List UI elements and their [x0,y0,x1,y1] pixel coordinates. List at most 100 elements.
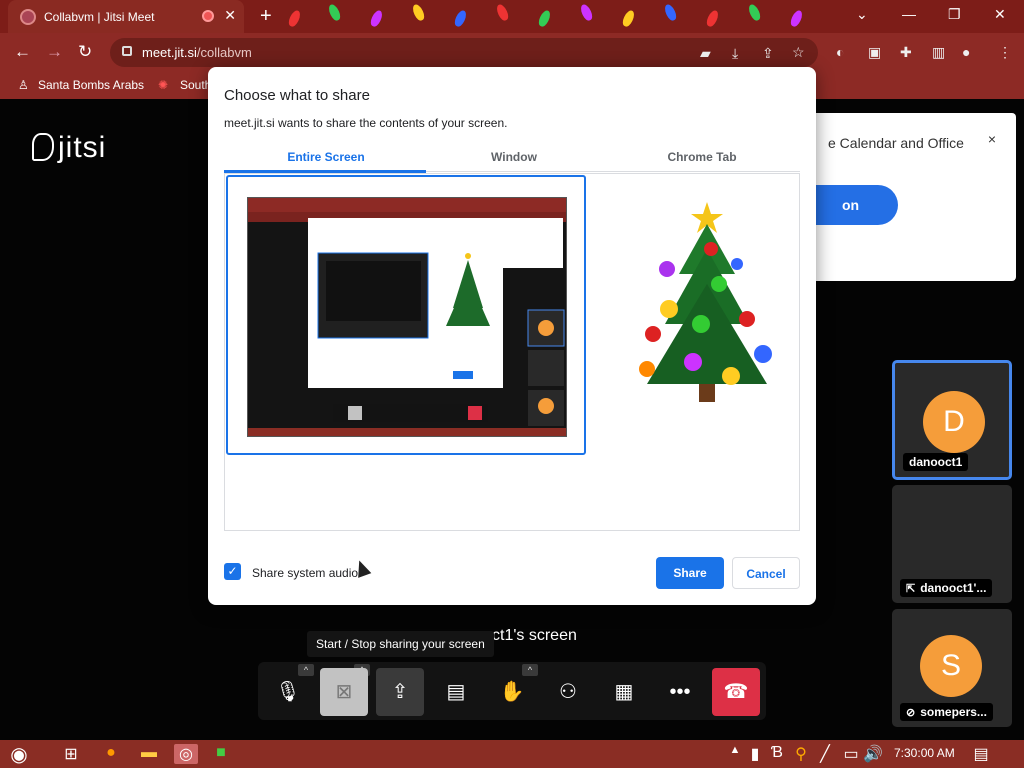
tab-window[interactable]: Window [418,150,610,164]
microphone-icon[interactable]: 🎙 [264,668,312,716]
tab-search-button[interactable]: ⌄ [856,6,868,23]
notifications-icon[interactable]: ▤ [970,744,992,764]
jitsi-logo-icon [32,133,54,161]
source-list [224,173,800,531]
url-host: meet.jit.si [142,45,197,60]
participant-name: somepers... [920,705,987,719]
extension-s-icon[interactable]: ▣ [868,44,881,61]
bookmark-santa-bombs-arabs[interactable]: Santa Bombs Arabs [38,78,144,92]
tab-close-button[interactable]: ✕ [224,7,236,24]
tray-app-icon[interactable]: Ɓ [766,744,788,764]
participant-name-box: ⊘ somepers... [900,703,993,721]
notification-close-button[interactable]: × [988,131,996,147]
network-icon[interactable]: ▭ [840,744,862,764]
screenshare-icon: ⇱ [906,583,916,595]
cancel-button[interactable]: Cancel [732,557,800,589]
recording-indicator-icon [202,10,214,22]
tray-expand-icon[interactable]: ▲ [724,744,746,764]
dialog-title: Choose what to share [224,87,370,104]
screenshare-icon[interactable]: ⇪ [376,668,424,716]
screen: Collabvm | Jitsi Meet ✕ + ⌄ — ❐ ✕ ← → ↻ … [0,0,1024,768]
avatar: S [920,635,982,697]
tray-search-icon[interactable]: ⚲ [790,744,812,764]
holiday-light [704,8,721,29]
screen-share-label: ct1's screen [492,627,577,644]
participant-tile[interactable]: S ⊘ somepers... [892,609,1012,727]
avatar: D [923,391,985,453]
close-window-button[interactable]: ✕ [994,6,1006,23]
screenshare-tooltip: Start / Stop sharing your screen [307,631,494,657]
chrome-menu-icon[interactable]: ⋮ [998,44,1012,61]
windows-taskbar: ◉ ⊞ ● ▬ ◎ ■ ▲ ▮ Ɓ ⚲ ╱ ▭ 🔊 7:30:00 AM ▤ [0,740,1024,768]
tray-mic-icon[interactable]: ▮ [744,744,766,764]
bookmark-icon: ✺ [158,78,169,92]
screen-source-option[interactable] [226,175,586,455]
tab-title: Collabvm | Jitsi Meet [44,9,155,24]
holiday-light [286,8,303,29]
profile-avatar-icon[interactable]: ● [962,44,970,60]
camera-off-icon[interactable]: ⊠ [320,668,368,716]
back-icon[interactable]: ← [14,42,31,62]
notification-text: e Calendar and Office [828,135,964,151]
minimize-button[interactable]: — [902,6,916,22]
start-button-icon[interactable]: ◉ [8,742,30,766]
jitsi-favicon-icon [20,8,36,25]
forward-icon[interactable]: → [46,42,63,62]
share-picker-dialog: Choose what to share meet.jit.si wants t… [208,67,816,605]
holiday-light [536,8,553,29]
raise-hand-icon[interactable]: ✋ [488,668,536,716]
lock-icon [122,46,132,56]
participants-icon[interactable]: ⚇ [544,668,592,716]
extensions-puzzle-icon[interactable]: ✚ [900,44,912,61]
holiday-light [494,2,511,23]
browser-toolbar: ← → ↻ meet.jit.si/collabvm ▰ ⤓ ⇪ ☆ ◐ ▣ ✚… [0,33,1024,71]
tile-view-icon[interactable]: ▦ [600,668,648,716]
hangup-icon[interactable]: ☎ [712,668,760,716]
tab-chrome-tab[interactable]: Chrome Tab [606,150,798,164]
firefox-icon[interactable]: ● [100,744,122,764]
browser-tab-active[interactable]: Collabvm | Jitsi Meet ✕ [8,0,244,33]
tray-pen-icon[interactable]: ╱ [814,744,836,764]
jitsi-logo[interactable]: jitsi [32,131,106,165]
file-explorer-icon[interactable]: ▬ [138,744,160,764]
install-app-icon[interactable]: ⤓ [732,45,738,62]
holiday-light [326,2,343,23]
share-page-icon[interactable]: ⇪ [762,45,774,62]
more-icon[interactable]: ••• [656,668,704,716]
reload-icon[interactable]: ↻ [78,42,92,62]
bookmark-south[interactable]: South [180,78,211,92]
mic-muted-icon: ⊘ [906,707,916,719]
holiday-light [788,8,805,29]
app-pro-icon[interactable]: ■ [210,744,232,764]
meeting-toolbar: ^ ^ ^ 🎙 ⊠ ⇪ ▤ ✋ ⚇ ▦ ••• ☎ [258,662,766,720]
share-tabs: Entire Screen Window Chrome Tab [224,146,800,173]
side-panel-icon[interactable]: ▥ [932,44,945,61]
chrome-icon[interactable]: ◎ [174,744,198,764]
browser-tab-strip: Collabvm | Jitsi Meet ✕ + ⌄ — ❐ ✕ [0,0,1024,33]
share-audio-checkbox[interactable]: ✓ [224,563,241,580]
share-button[interactable]: Share [656,557,724,589]
address-bar[interactable]: meet.jit.si/collabvm ▰ ⤓ ⇪ ☆ [110,38,818,67]
share-audio-label[interactable]: Share system audio [252,566,358,580]
bookmark-icon: ♙ [18,78,29,92]
camera-in-use-icon[interactable]: ▰ [700,45,711,62]
participant-tile[interactable]: ⇱ danooct1'... [892,485,1012,603]
holiday-light [452,8,469,29]
logo-text: jitsi [58,131,107,164]
chat-icon[interactable]: ▤ [432,668,480,716]
holiday-light [746,2,763,23]
screen-preview-image [248,198,566,436]
task-view-icon[interactable]: ⊞ [60,744,82,764]
participant-tile[interactable]: D danooct1 [892,360,1012,480]
screen-preview-thumbnail [247,197,567,437]
taskbar-clock[interactable]: 7:30:00 AM [894,746,955,760]
holiday-light [410,2,427,23]
volume-icon[interactable]: 🔊 [862,744,884,764]
tab-entire-screen[interactable]: Entire Screen [230,150,422,164]
new-tab-button[interactable]: + [260,5,272,28]
url-path: /collabvm [196,45,252,60]
bookmark-star-icon[interactable]: ☆ [792,44,805,61]
extension-flag-icon[interactable]: ◐ [836,44,844,60]
participant-name-box: ⇱ danooct1'... [900,579,993,597]
maximize-button[interactable]: ❐ [948,6,961,23]
